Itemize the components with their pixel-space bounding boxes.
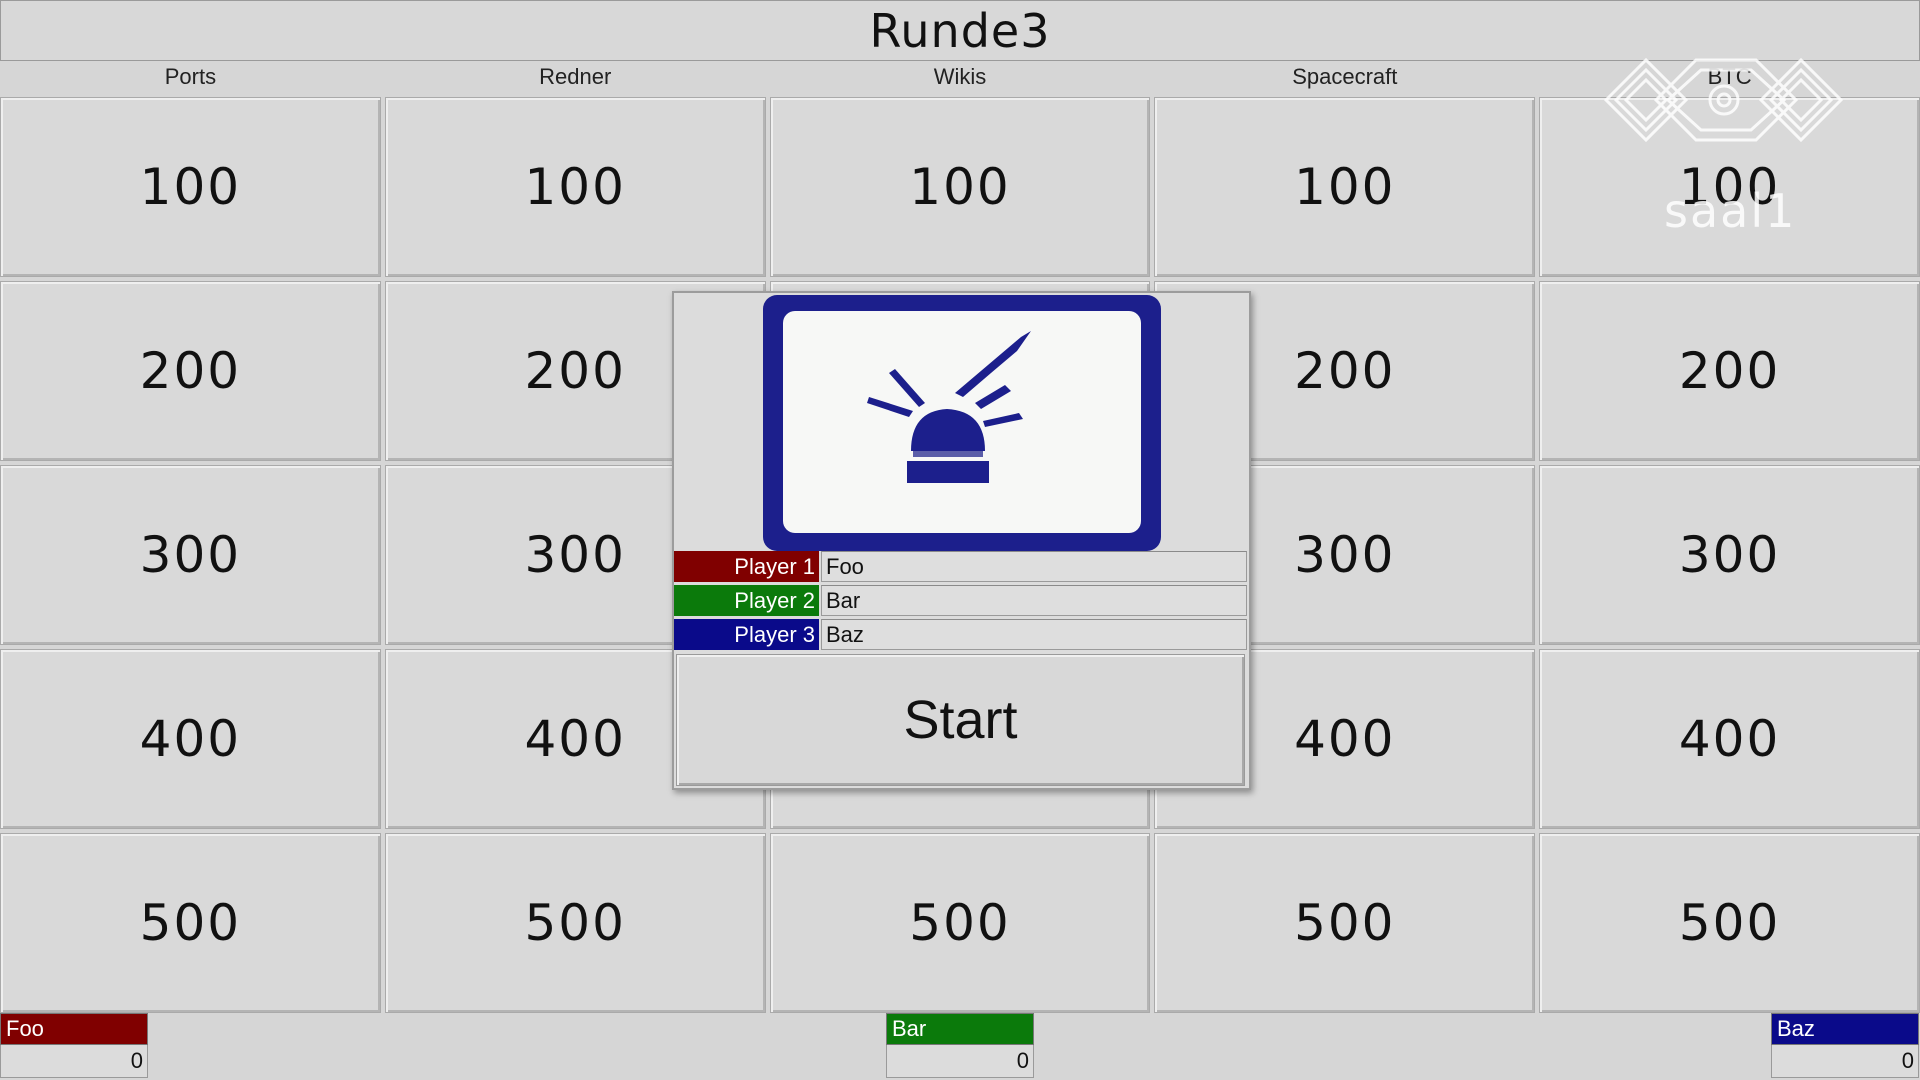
question-tile[interactable]: 500 — [1154, 833, 1536, 1013]
player-2-name-field[interactable] — [821, 585, 1247, 616]
player-2-label: Player 2 — [674, 585, 819, 616]
question-tile[interactable]: 400 — [1539, 649, 1920, 829]
player-setup-dialog: Player 1 Player 2 Player 3 Start — [672, 291, 1251, 790]
question-tile[interactable]: 100 — [1539, 97, 1920, 277]
question-tile[interactable]: 100 — [769, 97, 1151, 277]
question-tile[interactable]: 100 — [1154, 97, 1536, 277]
score-player-1: Foo 0 — [0, 1013, 148, 1080]
player-1-name-field[interactable] — [821, 551, 1247, 582]
score-value: 0 — [886, 1045, 1034, 1078]
question-tile[interactable]: 500 — [1539, 833, 1920, 1013]
question-tile[interactable]: 300 — [0, 465, 381, 645]
round-title: Runde3 — [0, 0, 1920, 61]
category-header: BTC — [1539, 61, 1920, 93]
question-tile[interactable]: 500 — [384, 833, 766, 1013]
score-player-2: Bar 0 — [886, 1013, 1034, 1080]
player-row-3: Player 3 — [674, 619, 1249, 650]
score-name: Bar — [886, 1013, 1034, 1045]
score-name: Baz — [1771, 1013, 1919, 1045]
player-1-label: Player 1 — [674, 551, 819, 582]
buzzer-panel — [783, 311, 1141, 533]
buzzer-frame — [763, 295, 1161, 551]
score-player-3: Baz 0 — [1771, 1013, 1919, 1080]
category-header: Wikis — [769, 61, 1151, 93]
start-button[interactable]: Start — [676, 654, 1245, 786]
score-value: 0 — [1771, 1045, 1919, 1078]
player-row-2: Player 2 — [674, 585, 1249, 616]
category-header: Ports — [0, 61, 381, 93]
question-tile[interactable]: 200 — [0, 281, 381, 461]
score-value: 0 — [0, 1045, 148, 1078]
score-name: Foo — [0, 1013, 148, 1045]
question-tile[interactable]: 100 — [384, 97, 766, 277]
buzzer-icon — [867, 331, 1031, 483]
question-tile[interactable]: 500 — [769, 833, 1151, 1013]
question-tile[interactable]: 100 — [0, 97, 381, 277]
player-3-label: Player 3 — [674, 619, 819, 650]
player-3-name-field[interactable] — [821, 619, 1247, 650]
question-tile[interactable]: 400 — [0, 649, 381, 829]
question-tile[interactable]: 500 — [0, 833, 381, 1013]
player-row-1: Player 1 — [674, 551, 1249, 582]
question-tile[interactable]: 300 — [1539, 465, 1920, 645]
question-tile[interactable]: 200 — [1539, 281, 1920, 461]
category-header: Redner — [384, 61, 766, 93]
category-header: Spacecraft — [1154, 61, 1536, 93]
